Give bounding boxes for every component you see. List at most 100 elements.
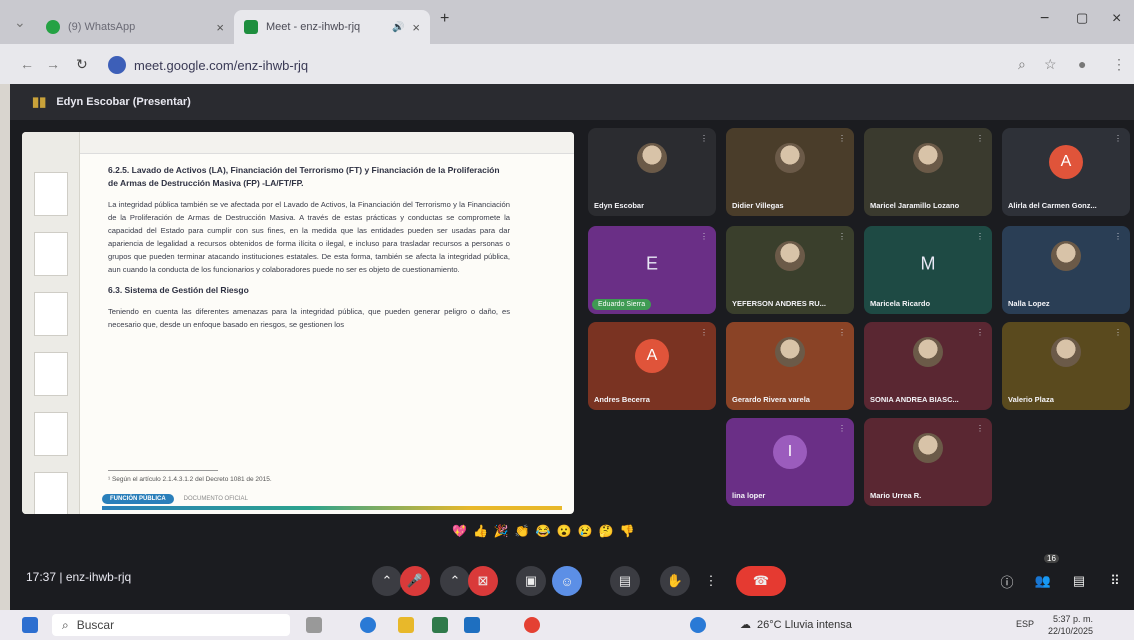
page-thumbnail[interactable] (34, 172, 68, 216)
forward-arrow-icon[interactable]: → (46, 56, 60, 72)
file-explorer-icon[interactable] (398, 617, 414, 633)
participant-tile[interactable]: ⋮ YEFERSON ANDRES RU... (726, 226, 854, 314)
page-thumbnail[interactable] (34, 472, 68, 514)
reaction-emoji[interactable]: 💖 (452, 524, 467, 538)
participant-tile[interactable]: ⋮ A Andres Becerra (588, 322, 716, 410)
people-icon[interactable]: 👥 (1028, 566, 1058, 596)
mic-off-icon[interactable]: 🎤 (400, 566, 430, 596)
help-icon[interactable] (690, 617, 706, 633)
chat-icon[interactable]: ▤ (1064, 566, 1094, 596)
weather-icon: ☁ (740, 619, 751, 631)
taskbar-clock[interactable]: 5:37 p. m. 22/10/2025 (1048, 613, 1093, 637)
participant-tile[interactable]: ⋮ A Alirla del Carmen Gonz... (1002, 128, 1130, 216)
participant-tile[interactable]: ⋮ Maricel Jaramillo Lozano (864, 128, 992, 216)
search-placeholder: Buscar (76, 618, 115, 632)
shared-document[interactable]: 6.2.5. Lavado de Activos (LA), Financiac… (22, 132, 574, 514)
menu-kebab-icon[interactable]: ⋮ (1112, 56, 1126, 73)
start-windows-icon[interactable] (22, 617, 38, 633)
participant-name: lina loper (732, 491, 766, 500)
reaction-emoji[interactable]: 🤔 (599, 524, 614, 538)
site-info-icon[interactable] (108, 56, 126, 74)
close-window-button[interactable]: × (1112, 10, 1121, 28)
presenter-name: Edyn Escobar (Presentar) (56, 96, 191, 108)
footnote: ¹ Según el artículo 2.1.4.3.1.2 del Decr… (108, 476, 272, 483)
participant-tile[interactable]: ⋮ Ilina loper (726, 418, 854, 506)
reload-icon[interactable]: ↻ (76, 56, 88, 73)
weather-widget[interactable]: ☁ 26°C Lluvia intensa (740, 618, 852, 632)
avatar (1051, 241, 1081, 271)
emoji-icon[interactable]: ☺ (552, 566, 582, 596)
footnote-divider (108, 470, 218, 471)
speaker-icon[interactable]: 🔊 (392, 22, 404, 33)
more-options-icon[interactable]: ⋮ (696, 566, 726, 596)
page-thumbnail[interactable] (34, 292, 68, 336)
camera-off-icon[interactable]: ⊠ (468, 566, 498, 596)
participant-tile[interactable]: ⋮ Didier Villegas (726, 128, 854, 216)
section-heading: 6.2.5. Lavado de Activos (LA), Financiac… (108, 165, 500, 188)
profile-icon[interactable]: ● (1078, 56, 1086, 72)
tab-list-chevron-icon[interactable]: ⌄ (14, 14, 26, 31)
raise-hand-icon[interactable]: ✋ (660, 566, 690, 596)
bookmark-star-icon[interactable]: ☆ (1044, 56, 1057, 73)
participant-name: Maricela Ricardo (870, 299, 931, 308)
end-call-button[interactable]: ☎ (736, 566, 786, 596)
participant-tile[interactable]: ⋮ SONIA ANDREA BIASC... (864, 322, 992, 410)
reaction-emoji[interactable]: 😢 (578, 524, 593, 538)
meet-icon (244, 20, 258, 34)
outlook-icon[interactable] (464, 617, 480, 633)
edge-icon[interactable] (360, 617, 376, 633)
reaction-emoji[interactable]: 😂 (536, 524, 551, 538)
section-heading: 6.3. Sistema de Gestión del Riesgo (108, 285, 249, 295)
reaction-emoji[interactable]: 👍 (473, 524, 488, 538)
maximize-button[interactable]: ▢ (1076, 10, 1088, 26)
reaction-emoji[interactable]: 🎉 (494, 524, 509, 538)
tab-label: Meet - enz-ihwb-rjq (266, 21, 361, 33)
avatar: I (773, 435, 807, 469)
participant-tile[interactable]: ⋮ Mario Urrea R. (864, 418, 992, 506)
participant-tile[interactable]: ⋮ M Maricela Ricardo (864, 226, 992, 314)
taskbar-search[interactable]: ⌕ Buscar (52, 614, 290, 636)
reaction-emoji[interactable]: 😮 (557, 524, 572, 538)
captions-icon[interactable]: ▣ (516, 566, 546, 596)
participant-tile[interactable]: ⋮ Nalla Lopez (1002, 226, 1130, 314)
tab-whatsapp[interactable]: (9) WhatsApp × (36, 10, 234, 44)
page-thumbnail[interactable] (34, 232, 68, 276)
present-screen-icon[interactable]: ▤ (610, 566, 640, 596)
task-view-icon[interactable] (306, 617, 322, 633)
page-thumbnails (22, 132, 80, 514)
video-options-button[interactable]: ⌃ (440, 566, 470, 596)
muted-mic-icon: ⋮ (700, 134, 708, 143)
footer-stripe (102, 506, 562, 510)
minimize-button[interactable]: − (1040, 10, 1049, 28)
page-thumbnail[interactable] (34, 352, 68, 396)
address-bar: ← → ↻ meet.google.com/enz-ihwb-rjq ⌕ ☆ ●… (0, 44, 1134, 84)
zoom-icon[interactable]: ⌕ (1018, 56, 1026, 73)
avatar (1051, 337, 1081, 367)
url-text: meet.google.com/enz-ihwb-rjq (134, 57, 309, 73)
page-thumbnail[interactable] (34, 412, 68, 456)
close-tab-icon[interactable]: × (412, 20, 420, 35)
participant-name: YEFERSON ANDRES RU... (732, 299, 826, 308)
time: 5:37 p. m. (1053, 614, 1094, 624)
participant-tile[interactable]: ⋮ Edyn Escobar (588, 128, 716, 216)
reaction-emoji[interactable]: 👎 (620, 524, 635, 538)
store-icon[interactable] (432, 617, 448, 633)
muted-mic-icon: ⋮ (838, 232, 846, 241)
language-indicator[interactable]: ESP (1016, 619, 1034, 629)
participant-tile[interactable]: ⋮ E Eduardo Sierra (588, 226, 716, 314)
participant-tile[interactable]: ⋮ Gerardo Rivera varela (726, 322, 854, 410)
tab-meet[interactable]: Meet - enz-ihwb-rjq 🔊 × (234, 10, 430, 44)
meeting-code: 17:37 | enz-ihwb-rjq (26, 570, 132, 584)
muted-mic-icon: ⋮ (700, 232, 708, 241)
participant-tile[interactable]: ⋮ Valerio Plaza (1002, 322, 1130, 410)
url-field[interactable]: meet.google.com/enz-ihwb-rjq (108, 51, 998, 79)
close-tab-icon[interactable]: × (216, 20, 224, 35)
reaction-emoji[interactable]: 👏 (515, 524, 530, 538)
back-arrow-icon[interactable]: ← (20, 56, 34, 72)
avatar-initial: E (645, 253, 659, 274)
activities-icon[interactable]: ⠿ (1100, 566, 1130, 596)
info-icon[interactable]: ⓘ (992, 566, 1022, 596)
audio-options-button[interactable]: ⌃ (372, 566, 402, 596)
chrome-icon[interactable] (524, 617, 540, 633)
new-tab-button[interactable]: + (440, 10, 449, 28)
